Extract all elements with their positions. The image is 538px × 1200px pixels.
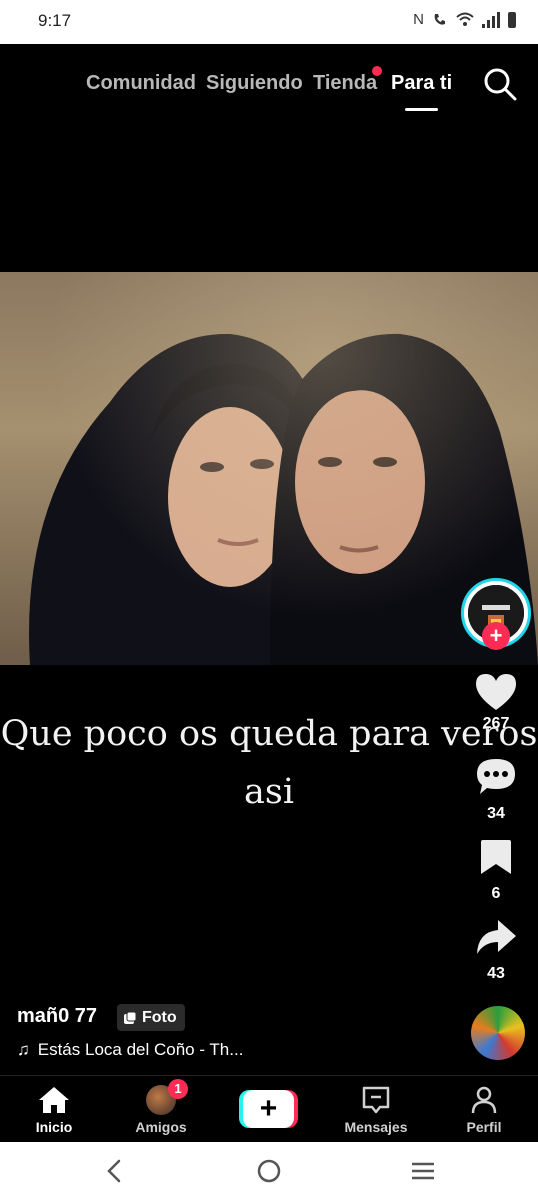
- tab-para-ti[interactable]: Para ti: [391, 72, 452, 95]
- nav-amigos[interactable]: Amigos: [121, 1084, 201, 1135]
- music-note-icon: ♫: [17, 1040, 30, 1059]
- nav-inicio-label: Inicio: [35, 1119, 73, 1135]
- post-caption: Que poco os queda para veros asi: [0, 705, 538, 821]
- save-count: 6: [491, 885, 501, 902]
- caption-line-1: Que poco os queda para veros: [0, 714, 538, 754]
- create-button[interactable]: +: [239, 1090, 298, 1128]
- battery-icon: [508, 11, 516, 28]
- share-count: 43: [487, 965, 505, 982]
- home-icon: [39, 1087, 69, 1113]
- profile-icon: [471, 1086, 497, 1114]
- nav-mensajes-label: Mensajes: [344, 1119, 408, 1135]
- status-bar: 9:17 N: [0, 0, 538, 44]
- save-button[interactable]: 6: [470, 838, 522, 903]
- tab-tienda[interactable]: Tienda: [313, 72, 377, 95]
- photo-badge-label: Foto: [142, 1008, 177, 1026]
- photo-badge: Foto: [117, 1004, 185, 1031]
- music-title: Estás Loca del Coño - Th...: [37, 1040, 244, 1059]
- share-icon: [477, 920, 516, 954]
- create-icon: +: [243, 1090, 294, 1128]
- tab-comunidad[interactable]: Comunidad: [86, 72, 196, 95]
- nav-perfil[interactable]: Perfil: [444, 1084, 524, 1135]
- wifi-icon: [456, 12, 474, 26]
- recents-icon[interactable]: [408, 1156, 438, 1186]
- caption-line-2: asi: [243, 772, 295, 812]
- wifi-call-icon: [434, 13, 445, 25]
- tab-siguiendo[interactable]: Siguiendo: [206, 72, 303, 95]
- follow-plus-button[interactable]: +: [482, 622, 510, 650]
- nav-inicio[interactable]: Inicio: [14, 1084, 94, 1135]
- music-info[interactable]: ♫ Estás Loca del Coño - Th...: [17, 1040, 243, 1060]
- active-tab-indicator: [405, 108, 438, 111]
- music-disc-icon[interactable]: [471, 1006, 525, 1060]
- bookmark-icon: [481, 840, 511, 874]
- search-icon[interactable]: [482, 66, 518, 102]
- inbox-icon: [362, 1086, 390, 1114]
- amigos-badge: 1: [168, 1079, 188, 1099]
- home-circle-icon[interactable]: [254, 1156, 284, 1186]
- nav-amigos-label: Amigos: [135, 1119, 187, 1135]
- tienda-notification-dot: [372, 66, 382, 76]
- heart-icon: [476, 674, 516, 710]
- system-nav-bar: [0, 1142, 538, 1200]
- nav-mensajes[interactable]: Mensajes: [336, 1084, 416, 1135]
- status-icons: N: [413, 11, 516, 28]
- comment-icon: [477, 759, 515, 794]
- nav-perfil-label: Perfil: [466, 1119, 502, 1135]
- top-nav: Comunidad Siguiendo Tienda Para ti: [0, 44, 538, 124]
- share-button[interactable]: 43: [470, 918, 522, 983]
- nfc-icon: N: [413, 11, 424, 28]
- author-name[interactable]: mañ0 77: [17, 1005, 97, 1028]
- like-button[interactable]: 267: [470, 672, 522, 733]
- back-icon[interactable]: [100, 1156, 130, 1186]
- signal-icon: [482, 11, 500, 28]
- post-photo[interactable]: [0, 272, 538, 665]
- photo-icon: [124, 1011, 137, 1024]
- like-count: 267: [482, 715, 510, 732]
- comment-button[interactable]: 34: [470, 756, 522, 823]
- clock: 9:17: [38, 11, 72, 30]
- comment-count: 34: [487, 805, 505, 822]
- bottom-nav: Inicio Amigos 1 + Mensajes Perfil: [0, 1075, 538, 1143]
